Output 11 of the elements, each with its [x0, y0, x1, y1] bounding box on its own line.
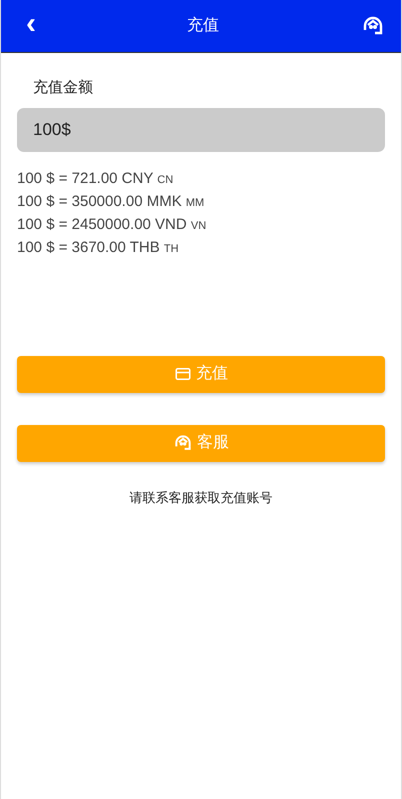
card-icon — [174, 365, 192, 383]
amount-label: 充值金额 — [32, 78, 94, 98]
hint-text: 请联系客服获取充值账号 — [130, 490, 272, 504]
exchange-rate: 100 $ = 2450000.00 VND VN — [17, 214, 208, 234]
page-title: 充值 — [187, 16, 219, 36]
exchange-rate: 100 $ = 721.00 CNY CN — [17, 168, 174, 188]
back-button[interactable]: ‹ — [17, 9, 45, 43]
amount-field[interactable]: 100$ — [17, 108, 385, 152]
exchange-rate: 100 $ = 3670.00 THB TH — [17, 238, 180, 258]
exchange-rate: 100 $ = 350000.00 MMK MM — [17, 192, 206, 212]
headset-icon — [173, 433, 193, 453]
